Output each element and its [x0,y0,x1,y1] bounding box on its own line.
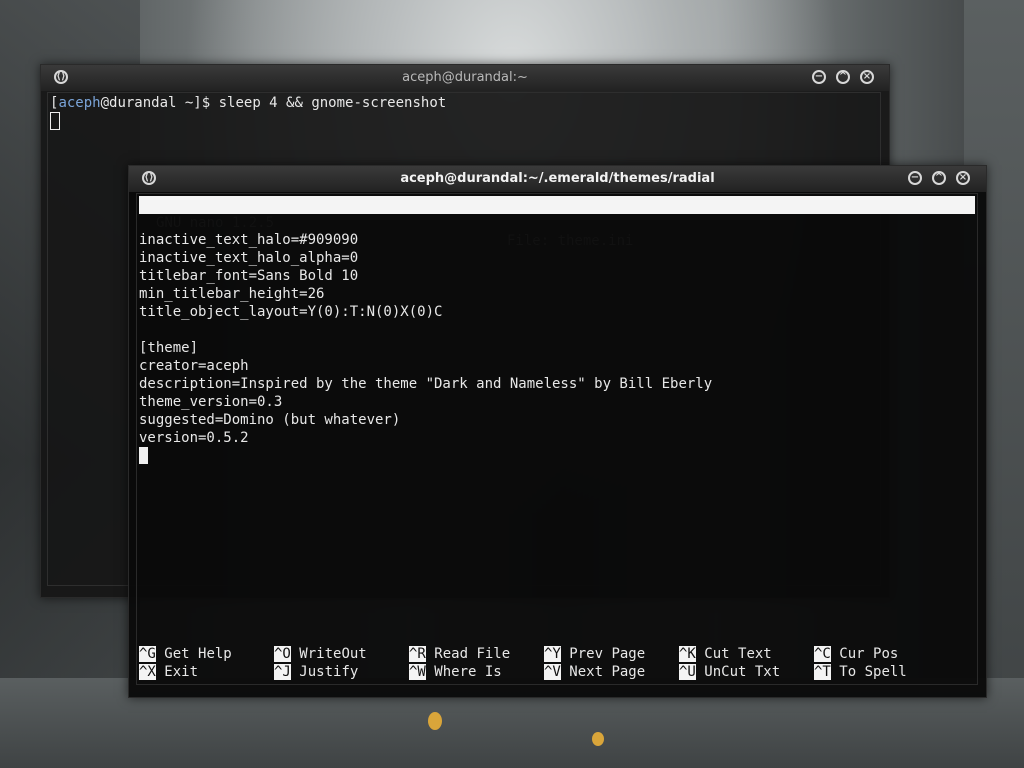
maximize-icon[interactable]: ^ [836,70,850,84]
shortcut-label: Where Is [434,664,502,680]
nano-editor-text[interactable]: inactive_text_halo=#909090 inactive_text… [139,231,712,465]
shortcut-label: Justify [299,664,359,680]
shortcut-key: ^T [814,664,831,680]
shortcut-get-help[interactable]: ^G Get Help [139,645,232,663]
minimize-icon[interactable]: − [812,70,826,84]
close-icon[interactable]: × [956,171,970,185]
shortcut-cur-pos[interactable]: ^C Cur Pos [814,645,898,663]
shortcut-key: ^X [139,664,156,680]
editor-line: min_titlebar_height=26 [139,286,325,302]
window-title: aceph@durandal:~ [402,70,528,85]
shortcut-next-page[interactable]: ^V Next Page [544,663,645,681]
back-cursor [50,112,60,132]
text-cursor [50,112,60,130]
shortcut-key: ^Y [544,646,561,662]
shortcut-label: Next Page [569,664,646,680]
shortcut-writeout[interactable]: ^O WriteOut [274,645,367,663]
back-prompt-line: [aceph@durandal ~]$ sleep 4 && gnome-scr… [50,94,446,112]
shortcut-key: ^G [139,646,156,662]
text-cursor [139,447,148,464]
back-window-titlebar[interactable]: aceph@durandal:~ [41,65,889,91]
shortcut-label: To Spell [839,664,907,680]
editor-line: inactive_text_halo=#909090 [139,232,359,248]
editor-line: version=0.5.2 [139,430,249,446]
editor-cursor-line [139,447,712,465]
shortcut-key: ^V [544,664,561,680]
editor-line: description=Inspired by the theme "Dark … [139,376,713,392]
shortcut-label: Prev Page [569,646,646,662]
window-title: aceph@durandal:~/.emerald/themes/radial [400,171,715,186]
wallpaper-lamp [428,712,442,730]
nano-header-bar: GNU nano 1.2.5 File: theme.ini [139,196,975,249]
window-menu-icon[interactable]: ⟨⟩ [54,70,68,84]
editor-line: suggested=Domino (but whatever) [139,412,401,428]
shortcut-key: ^O [274,646,291,662]
shortcut-prev-page[interactable]: ^Y Prev Page [544,645,645,663]
editor-line: titlebar_font=Sans Bold 10 [139,268,359,284]
editor-line: theme_version=0.3 [139,394,283,410]
shortcut-key: ^U [679,664,696,680]
close-icon[interactable]: × [860,70,874,84]
shortcut-label: Exit [164,664,199,680]
editor-line: inactive_text_halo_alpha=0 [139,250,359,266]
shortcut-key: ^C [814,646,831,662]
shortcut-label: UnCut Txt [704,664,781,680]
shortcut-where-is[interactable]: ^W Where Is [409,663,502,681]
shortcut-key: ^R [409,646,426,662]
shortcut-key: ^J [274,664,291,680]
window-menu-icon[interactable]: ⟨⟩ [142,171,156,185]
shortcut-label: Read File [434,646,511,662]
shortcut-cut-text[interactable]: ^K Cut Text [679,645,772,663]
shortcut-uncut-text[interactable]: ^U UnCut Txt [679,663,780,681]
shortcut-label: Cut Text [704,646,772,662]
maximize-icon[interactable]: ^ [932,171,946,185]
prompt-user: aceph [58,95,101,111]
prompt-command: sleep 4 && gnome-screenshot [218,95,447,111]
editor-line: [theme] [139,340,199,356]
shortcut-label: Get Help [164,646,232,662]
shortcut-read-file[interactable]: ^R Read File [409,645,510,663]
shortcut-label: WriteOut [299,646,367,662]
shortcut-label: Cur Pos [839,646,899,662]
minimize-icon[interactable]: − [908,171,922,185]
wallpaper-lamp [592,732,604,746]
shortcut-exit[interactable]: ^X Exit [139,663,198,681]
shortcut-justify[interactable]: ^J Justify [274,663,358,681]
shortcut-key: ^K [679,646,696,662]
shortcut-key: ^W [409,664,426,680]
editor-line: creator=aceph [139,358,249,374]
editor-line: title_object_layout=Y(0):T:N(0)X(0)C [139,304,443,320]
nano-window-titlebar[interactable]: aceph@durandal:~/.emerald/themes/radial [129,166,986,192]
nano-app-version: GNU nano 1.2.5 [156,215,275,231]
prompt-host: @durandal ~]$ [100,95,219,111]
shortcut-to-spell[interactable]: ^T To Spell [814,663,907,681]
